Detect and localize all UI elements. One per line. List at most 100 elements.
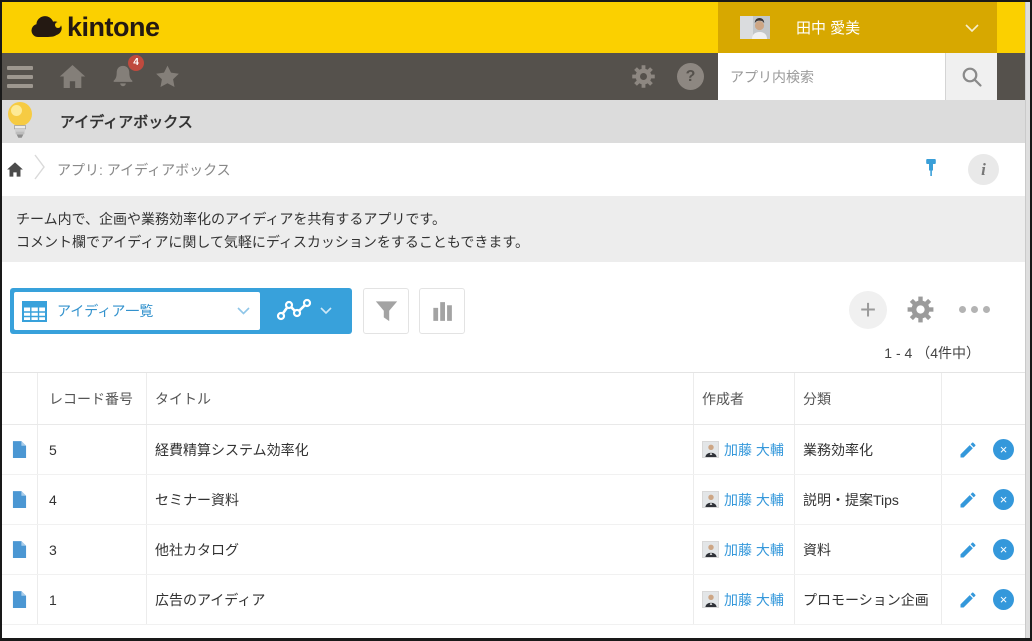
table-header-row: レコード番号 タイトル 作成者 分類 [2,373,1030,425]
app-description: チーム内で、企画や業務効率化のアイディアを共有するアプリです。 コメント欄でアイ… [2,196,1030,262]
person-icon [702,591,719,608]
record-table: レコード番号 タイトル 作成者 分類 5 経費精算システム効率化 加藤 大輔 業… [2,372,1030,625]
app-title-bar: アイディアボックス [2,100,1030,143]
author-link[interactable]: 加藤 大輔 [724,540,784,560]
pagination: 1 - 4 （4件中） [2,334,1030,372]
view-name: アイディア一覧 [57,301,237,321]
table-row[interactable]: 1 広告のアイディア 加藤 大輔 プロモーション企画 × [2,575,1030,625]
filter-button[interactable] [363,288,409,334]
table-row[interactable]: 4 セミナー資料 加藤 大輔 説明・提案Tips × [2,475,1030,525]
author-link[interactable]: 加藤 大輔 [724,590,784,610]
column-header-record-no[interactable]: レコード番号 [38,373,147,424]
record-number: 1 [38,575,147,624]
user-avatar [740,16,770,39]
search-icon [960,65,984,89]
record-category: 資料 [795,525,942,574]
cloud-icon [31,15,63,41]
gear-icon[interactable] [630,63,657,90]
view-dropdown[interactable]: アイディア一覧 [14,292,260,330]
add-record-button[interactable]: + [849,291,887,329]
pencil-icon[interactable] [958,440,978,460]
kintone-window: kintone 田中 愛美 4 ? [2,2,1030,638]
breadcrumb-home-icon[interactable] [6,161,24,178]
info-icon[interactable]: i [968,154,999,185]
document-icon[interactable] [2,575,38,624]
grid-icon [22,301,47,322]
star-icon[interactable] [153,63,182,91]
top-header-bar: kintone 田中 愛美 [2,2,1030,53]
record-number: 3 [38,525,147,574]
table-row[interactable]: 5 経費精算システム効率化 加藤 大輔 業務効率化 × [2,425,1030,475]
global-nav-bar: 4 ? [2,53,1030,100]
chevron-down-icon [965,19,979,37]
search-button[interactable] [945,53,997,100]
kintone-logo[interactable]: kintone [31,12,160,43]
column-header-category[interactable]: 分類 [795,373,942,424]
chevron-right-icon [34,154,45,185]
view-selector: アイディア一覧 [10,288,352,334]
document-icon[interactable] [2,425,38,474]
record-title: 経費精算システム効率化 [147,425,694,474]
record-category: プロモーション企画 [795,575,942,624]
plus-icon: + [860,296,876,324]
person-icon [702,541,719,558]
browser-viewport: kintone 田中 愛美 4 ? [0,0,1032,641]
app-settings-button[interactable] [905,294,936,325]
document-icon[interactable] [2,475,38,524]
home-icon[interactable] [58,63,87,90]
person-icon [702,441,719,458]
logo-text: kintone [67,12,160,43]
column-header-author[interactable]: 作成者 [694,373,795,424]
help-icon[interactable]: ? [677,63,704,90]
bell-icon[interactable]: 4 [109,63,137,91]
record-title: セミナー資料 [147,475,694,524]
close-icon[interactable]: × [993,589,1014,610]
pencil-icon[interactable] [958,590,978,610]
pin-icon[interactable] [925,158,939,183]
record-title: 他社カタログ [147,525,694,574]
close-icon[interactable]: × [993,489,1014,510]
chevron-down-icon [237,307,250,315]
bar-chart-icon [430,299,455,324]
lightbulb-icon [4,100,36,145]
document-icon[interactable] [2,525,38,574]
column-header-actions [942,373,1030,424]
record-range: 1 - 4 （4件中） [884,343,980,363]
row-actions: × [942,475,1030,524]
pencil-icon[interactable] [958,490,978,510]
graph-menu-button[interactable] [260,292,348,330]
record-title: 広告のアイディア [147,575,694,624]
breadcrumb: アプリ: アイディアボックス i [2,143,1030,196]
row-actions: × [942,525,1030,574]
author-link[interactable]: 加藤 大輔 [724,490,784,510]
header-icon-column [2,373,38,424]
record-author: 加藤 大輔 [694,475,795,524]
ellipsis-icon[interactable] [959,306,990,313]
row-actions: × [942,425,1030,474]
chevron-down-icon [320,307,332,315]
pencil-icon[interactable] [958,540,978,560]
filter-icon [373,298,400,325]
search-input[interactable] [718,53,945,100]
description-line: コメント欄でアイディアに関して気軽にディスカッションをすることもできます。 [16,231,1016,254]
list-toolbar: アイディア一覧 + [2,262,1030,334]
close-icon[interactable]: × [993,539,1014,560]
user-menu[interactable]: 田中 愛美 [718,2,997,53]
breadcrumb-label: アプリ: アイディアボックス [57,160,231,180]
vertical-scrollbar[interactable] [1025,2,1030,638]
record-author: 加藤 大輔 [694,425,795,474]
gear-icon [905,294,936,325]
page-title: アイディアボックス [60,111,193,132]
close-icon[interactable]: × [993,439,1014,460]
table-row[interactable]: 3 他社カタログ 加藤 大輔 資料 × [2,525,1030,575]
menu-icon[interactable] [7,66,33,88]
person-icon [702,491,719,508]
record-category: 業務効率化 [795,425,942,474]
chart-button[interactable] [419,288,465,334]
graph-icon [276,298,312,324]
column-header-title[interactable]: タイトル [147,373,694,424]
record-category: 説明・提案Tips [795,475,942,524]
row-actions: × [942,575,1030,624]
record-number: 4 [38,475,147,524]
author-link[interactable]: 加藤 大輔 [724,440,784,460]
